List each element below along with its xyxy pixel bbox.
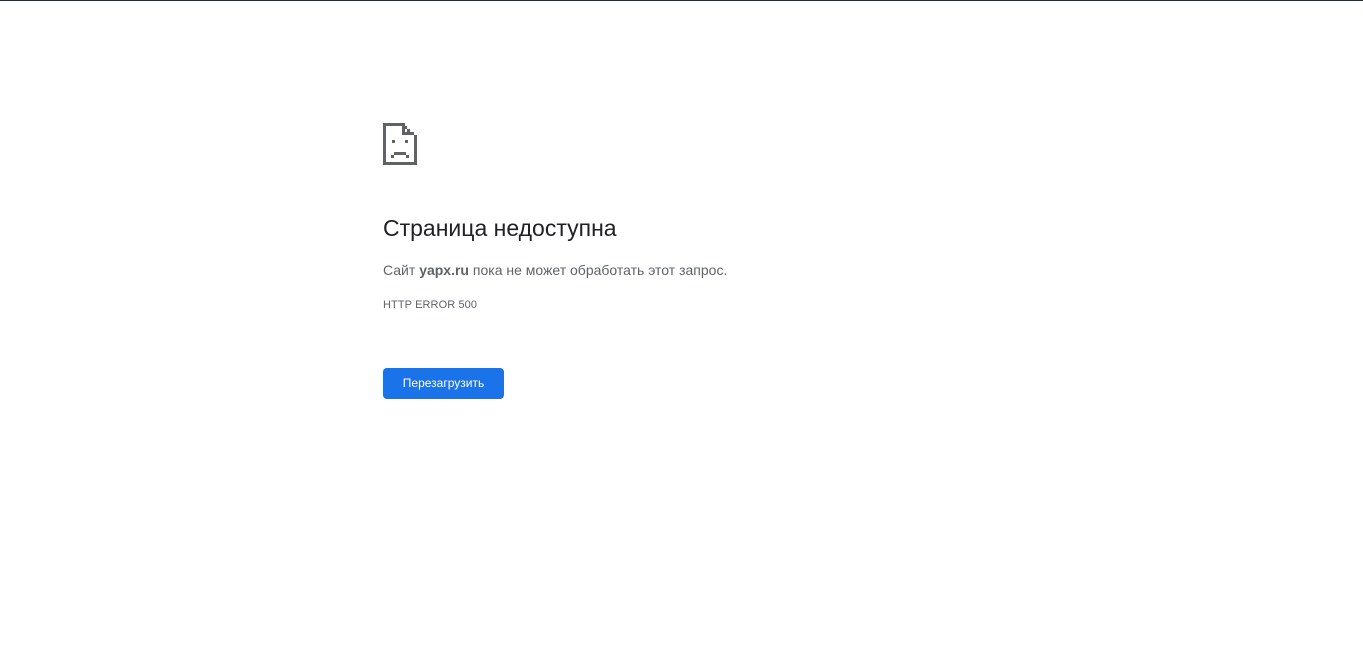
error-message-prefix: Сайт: [383, 262, 420, 278]
sad-document-icon: [383, 123, 417, 165]
reload-button[interactable]: Перезагрузить: [383, 368, 504, 399]
error-code: HTTP ERROR 500: [383, 299, 478, 311]
page-title: Страница недоступна: [383, 215, 617, 241]
error-message-suffix: пока не может обработать этот запрос.: [469, 262, 728, 278]
window-top-border: [0, 0, 1363, 1]
error-message: Сайт yapx.ru пока не может обработать эт…: [383, 260, 727, 280]
site-host: yapx.ru: [419, 262, 469, 278]
